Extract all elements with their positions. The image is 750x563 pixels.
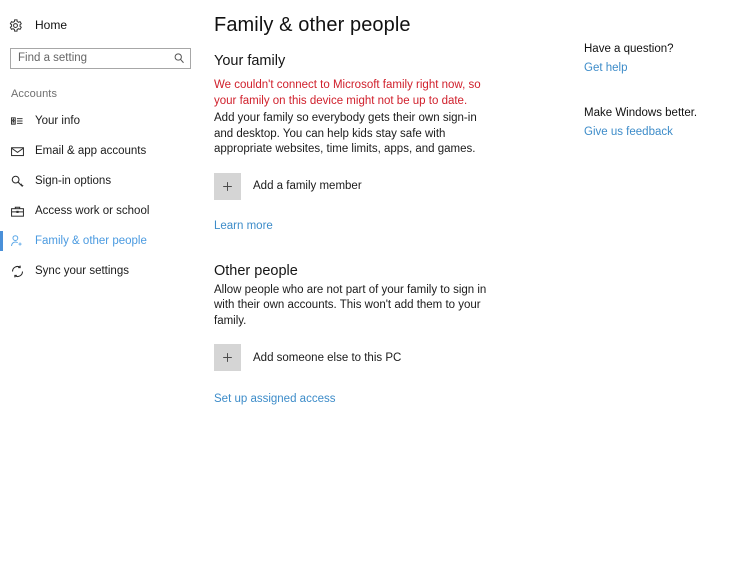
- help-block-question: Have a question? Get help: [584, 42, 744, 76]
- sidebar-item-home[interactable]: Home: [0, 13, 210, 37]
- search-box[interactable]: [10, 48, 192, 69]
- home-label: Home: [35, 18, 68, 32]
- add-someone-else-label: Add someone else to this PC: [253, 351, 402, 364]
- get-help-link[interactable]: Get help: [584, 61, 627, 75]
- contact-card-icon: [8, 114, 26, 128]
- sidebar-item-sync-your-settings[interactable]: Sync your settings: [0, 256, 210, 286]
- person-add-icon: [8, 234, 26, 248]
- plus-icon: [214, 344, 241, 371]
- key-icon: [8, 174, 26, 189]
- set-up-assigned-access-link[interactable]: Set up assigned access: [214, 392, 335, 406]
- sync-icon: [8, 264, 26, 279]
- other-people-description: Allow people who are not part of your fa…: [214, 283, 487, 327]
- sidebar-item-your-info[interactable]: Your info: [0, 106, 210, 136]
- envelope-icon: [8, 144, 26, 159]
- learn-more-link[interactable]: Learn more: [214, 219, 273, 233]
- sidebar-item-family-other-people[interactable]: Family & other people: [0, 226, 210, 256]
- help-heading: Have a question?: [584, 43, 674, 55]
- add-family-member-label: Add a family member: [253, 180, 362, 192]
- plus-icon: [214, 172, 241, 200]
- sidebar-item-label: Sign-in options: [35, 175, 112, 187]
- sidebar: Home Accounts Your: [0, 0, 210, 563]
- help-heading: Make Windows better.: [584, 107, 698, 119]
- help-block-feedback: Make Windows better. Give us feedback: [584, 106, 744, 140]
- sidebar-item-label: Sync your settings: [35, 265, 129, 277]
- sidebar-item-label: Access work or school: [35, 205, 150, 217]
- sidebar-item-access-work-or-school[interactable]: Access work or school: [0, 196, 210, 226]
- sidebar-item-label: Your info: [35, 115, 80, 127]
- sidebar-item-label: Family & other people: [35, 235, 147, 247]
- family-connection-warning: We couldn't connect to Microsoft family …: [214, 79, 481, 107]
- sidebar-group-header: Accounts: [11, 88, 58, 100]
- section-title-other-people: Other people: [214, 262, 298, 279]
- sidebar-item-sign-in-options[interactable]: Sign-in options: [0, 166, 210, 196]
- add-family-member-button[interactable]: Add a family member: [214, 172, 454, 200]
- add-someone-else-button[interactable]: Add someone else to this PC: [214, 344, 454, 371]
- search-icon[interactable]: [173, 52, 185, 64]
- help-rail: Have a question? Get help Make Windows b…: [584, 42, 744, 140]
- sidebar-item-email-app-accounts[interactable]: Email & app accounts: [0, 136, 210, 166]
- sidebar-item-label: Email & app accounts: [35, 145, 147, 157]
- your-family-description: Add your family so everybody gets their …: [214, 112, 477, 155]
- search-input[interactable]: [11, 50, 192, 67]
- gear-icon: [8, 18, 28, 33]
- page-title: Family & other people: [214, 14, 411, 36]
- give-feedback-link[interactable]: Give us feedback: [584, 125, 673, 139]
- settings-window: Home Accounts Your: [0, 0, 750, 563]
- briefcase-icon: [8, 204, 26, 219]
